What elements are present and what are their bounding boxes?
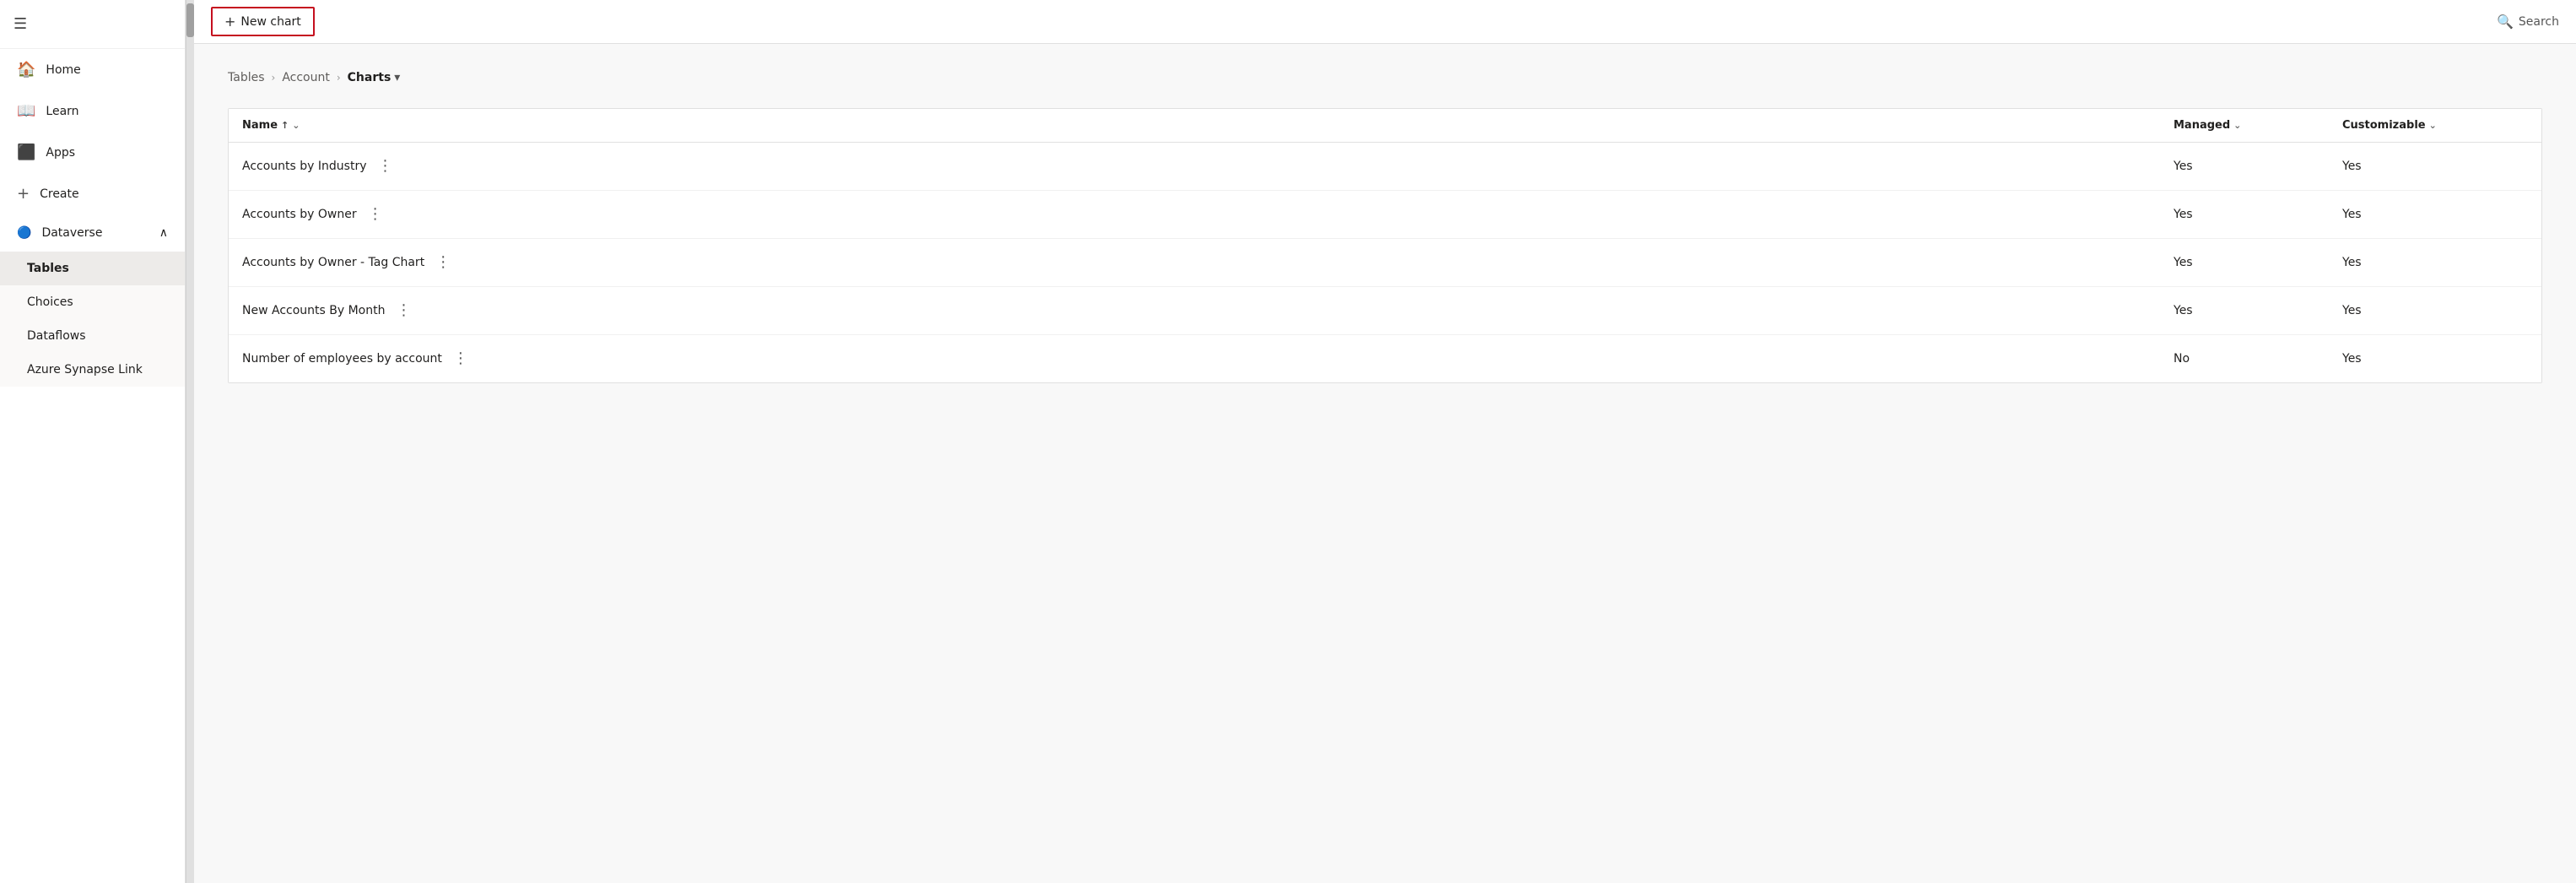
cell-name: Number of employees by account ⋮ (242, 347, 2174, 371)
cell-customizable: Yes (2342, 352, 2528, 366)
content-area: Tables › Account › Charts ▾ Name ↑ ⌄ Man… (194, 44, 2576, 883)
column-header-customizable[interactable]: Customizable ⌄ (2342, 119, 2528, 132)
search-area[interactable]: 🔍 Search (2497, 14, 2559, 30)
dataverse-left: 🔵 Dataverse (17, 226, 102, 240)
sort-asc-icon: ↑ (281, 120, 289, 131)
cell-name: Accounts by Owner - Tag Chart ⋮ (242, 251, 2174, 274)
breadcrumb-current[interactable]: Charts ▾ (348, 71, 401, 84)
cell-managed: Yes (2174, 256, 2342, 269)
cell-managed: Yes (2174, 304, 2342, 317)
column-managed-label: Managed (2174, 119, 2230, 132)
breadcrumb: Tables › Account › Charts ▾ (228, 71, 2542, 84)
cell-managed: No (2174, 352, 2342, 366)
create-icon: + (17, 185, 30, 203)
sidebar-item-label: Learn (46, 105, 78, 118)
cell-customizable: Yes (2342, 304, 2528, 317)
column-customizable-label: Customizable (2342, 119, 2426, 132)
cell-customizable: Yes (2342, 256, 2528, 269)
main-wrapper: + New chart 🔍 Search Tables › Account › … (194, 0, 2576, 883)
breadcrumb-tables[interactable]: Tables (228, 71, 265, 84)
cell-name: Accounts by Owner ⋮ (242, 203, 2174, 226)
data-table: Name ↑ ⌄ Managed ⌄ Customizable ⌄ Accoun… (228, 108, 2542, 383)
sort-chevron-customizable[interactable]: ⌄ (2429, 120, 2437, 131)
sidebar-item-home[interactable]: 🏠 Home (0, 49, 185, 90)
sidebar-item-label: Apps (46, 146, 75, 160)
breadcrumb-current-label: Charts (348, 71, 392, 84)
row-name: Accounts by Industry (242, 160, 366, 173)
sidebar-top: ☰ (0, 0, 185, 49)
column-header-managed[interactable]: Managed ⌄ (2174, 119, 2342, 132)
chevron-down-icon: ▾ (394, 71, 400, 84)
learn-icon: 📖 (17, 102, 35, 120)
sidebar-item-label: Home (46, 63, 80, 77)
row-name: New Accounts By Month (242, 304, 385, 317)
cell-name: Accounts by Industry ⋮ (242, 154, 2174, 178)
table-row: Number of employees by account ⋮ No Yes (229, 335, 2541, 382)
hamburger-icon[interactable]: ☰ (14, 15, 27, 33)
sidebar-item-azure-synapse[interactable]: Azure Synapse Link (0, 353, 185, 387)
table-header: Name ↑ ⌄ Managed ⌄ Customizable ⌄ (229, 109, 2541, 143)
row-name: Accounts by Owner - Tag Chart (242, 256, 424, 269)
breadcrumb-sep-2: › (337, 72, 341, 84)
dataverse-icon: 🔵 (17, 226, 31, 240)
cell-customizable: Yes (2342, 160, 2528, 173)
sidebar-item-choices[interactable]: Choices (0, 285, 185, 319)
dataverse-label: Dataverse (41, 226, 102, 240)
sidebar-item-learn[interactable]: 📖 Learn (0, 90, 185, 132)
breadcrumb-account[interactable]: Account (282, 71, 330, 84)
sidebar-item-label: Create (40, 187, 79, 201)
sort-chevron-name[interactable]: ⌄ (292, 120, 300, 131)
search-icon: 🔍 (2497, 14, 2514, 30)
sidebar: ☰ 🏠 Home 📖 Learn ⬛ Apps + Create 🔵 Datav… (0, 0, 186, 883)
column-header-name[interactable]: Name ↑ ⌄ (242, 119, 2174, 132)
new-chart-button[interactable]: + New chart (211, 7, 315, 36)
toolbar-left: + New chart (211, 7, 315, 36)
table-row: Accounts by Owner ⋮ Yes Yes (229, 191, 2541, 239)
table-row: Accounts by Industry ⋮ Yes Yes (229, 143, 2541, 191)
toolbar: + New chart 🔍 Search (194, 0, 2576, 44)
sidebar-item-tables[interactable]: Tables (0, 252, 185, 285)
more-menu-button[interactable]: ⋮ (364, 203, 387, 226)
cell-managed: Yes (2174, 160, 2342, 173)
sidebar-sub-items: Tables Choices Dataflows Azure Synapse L… (0, 252, 185, 387)
sidebar-scroll-thumb[interactable] (186, 3, 194, 37)
column-name-label: Name (242, 119, 278, 132)
row-name: Number of employees by account (242, 352, 442, 366)
sort-chevron-managed[interactable]: ⌄ (2233, 120, 2241, 131)
sidebar-item-create[interactable]: + Create (0, 173, 185, 214)
more-menu-button[interactable]: ⋮ (373, 154, 397, 178)
search-label: Search (2519, 15, 2559, 29)
dataverse-chevron-icon: ∧ (159, 226, 168, 240)
more-menu-button[interactable]: ⋮ (449, 347, 473, 371)
cell-customizable: Yes (2342, 208, 2528, 221)
cell-name: New Accounts By Month ⋮ (242, 299, 2174, 322)
new-chart-label: New chart (240, 15, 300, 29)
sidebar-item-dataflows[interactable]: Dataflows (0, 319, 185, 353)
sidebar-item-apps[interactable]: ⬛ Apps (0, 132, 185, 173)
sidebar-scrollbar[interactable] (186, 0, 194, 883)
table-row: Accounts by Owner - Tag Chart ⋮ Yes Yes (229, 239, 2541, 287)
breadcrumb-sep-1: › (272, 72, 276, 84)
row-name: Accounts by Owner (242, 208, 357, 221)
sidebar-dataverse-section[interactable]: 🔵 Dataverse ∧ (0, 214, 185, 252)
apps-icon: ⬛ (17, 144, 35, 161)
more-menu-button[interactable]: ⋮ (431, 251, 455, 274)
table-body: Accounts by Industry ⋮ Yes Yes Accounts … (229, 143, 2541, 382)
table-row: New Accounts By Month ⋮ Yes Yes (229, 287, 2541, 335)
cell-managed: Yes (2174, 208, 2342, 221)
home-icon: 🏠 (17, 61, 35, 79)
toolbar-right: 🔍 Search (2497, 14, 2559, 30)
more-menu-button[interactable]: ⋮ (392, 299, 415, 322)
plus-icon: + (224, 14, 235, 30)
